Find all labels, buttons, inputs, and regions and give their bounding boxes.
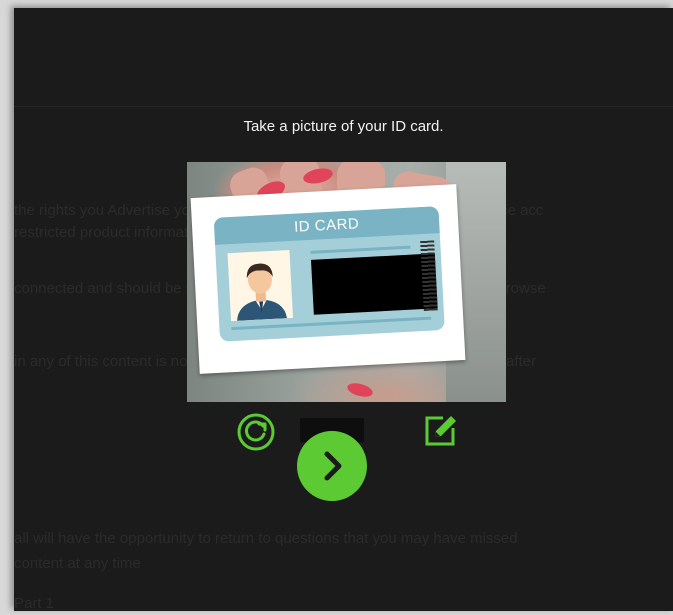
barcode xyxy=(420,240,438,312)
edit-button[interactable] xyxy=(421,410,461,450)
modal-title: Take a picture of your ID card. xyxy=(243,118,444,135)
redacted-info xyxy=(310,253,438,315)
retake-button[interactable] xyxy=(236,412,276,452)
retake-icon xyxy=(237,413,275,451)
portrait-icon xyxy=(227,249,293,322)
edit-icon xyxy=(425,416,456,446)
background-text-line: content at any time xyxy=(14,555,141,572)
divider xyxy=(14,106,673,107)
fingernail xyxy=(345,380,375,400)
id-card-image: ID CARD xyxy=(190,184,466,374)
id-card-label: ID CARD xyxy=(213,206,440,245)
chevron-right-icon xyxy=(324,451,342,481)
background-text-line: Part 1 xyxy=(14,595,55,612)
next-button[interactable] xyxy=(297,431,367,501)
background-text-line: all will have the opportunity to return … xyxy=(14,530,518,547)
